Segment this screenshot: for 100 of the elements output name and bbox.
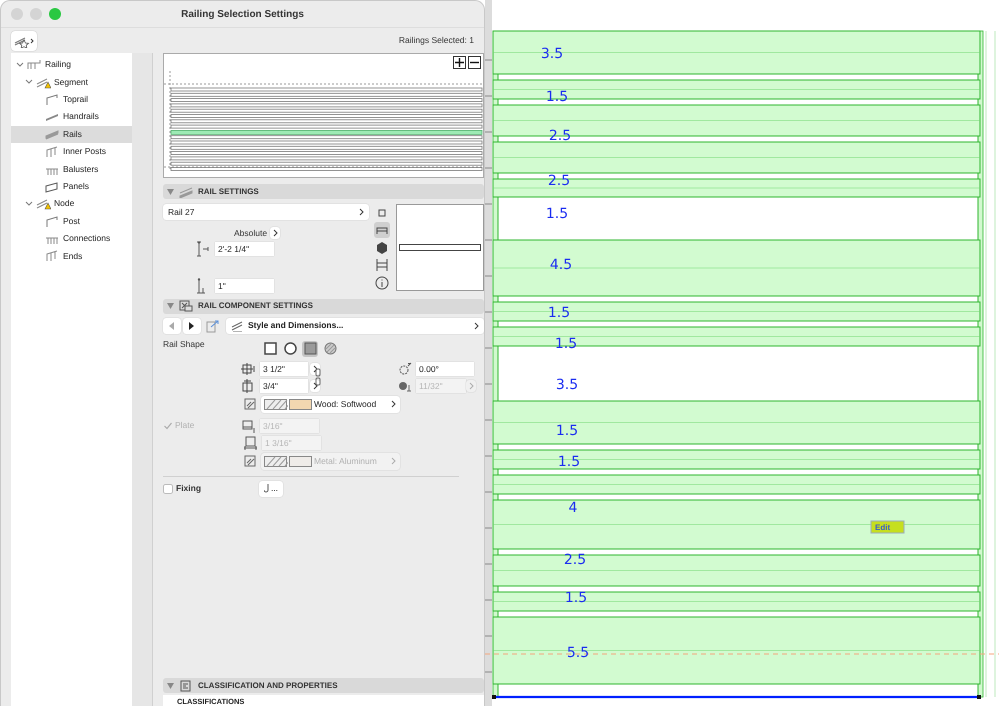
dimension-label[interactable]: 1.5 — [564, 590, 588, 606]
width-icon — [241, 362, 256, 376]
width-stepper-button[interactable] — [310, 362, 320, 375]
dimension-label[interactable]: 1.5 — [556, 423, 578, 439]
hatched-circle-shape-button[interactable] — [322, 340, 338, 357]
section-header[interactable]: RAIL COMPONENT SETTINGS — [163, 298, 484, 314]
rail-band[interactable] — [492, 80, 980, 100]
tree-item[interactable]: Panels — [11, 178, 132, 196]
dimension-label[interactable]: 3.5 — [540, 46, 564, 62]
rail-line[interactable] — [170, 88, 482, 92]
height-field[interactable]: 2'-2 1/4" — [215, 242, 274, 256]
tree-item[interactable]: Connections — [11, 230, 132, 248]
dimension-label[interactable]: 4.5 — [550, 257, 572, 273]
rail-line[interactable] — [170, 114, 482, 118]
rail-selector[interactable]: Rail 27 — [163, 204, 369, 220]
height-icon — [196, 240, 210, 257]
offset-field[interactable]: 1" — [215, 278, 274, 293]
rail-band[interactable] — [492, 450, 980, 470]
baseline-handle[interactable] — [492, 695, 496, 699]
rail-line[interactable] — [170, 108, 482, 113]
square-shape-button[interactable] — [262, 340, 278, 357]
rail-band[interactable] — [492, 326, 980, 346]
rail-band[interactable] — [492, 400, 980, 444]
depth-field[interactable]: 3/4" — [260, 378, 308, 393]
favorites-button[interactable] — [11, 30, 37, 50]
rail-line[interactable] — [170, 135, 482, 140]
section-header[interactable]: CLASSIFICATION AND PROPERTIES — [163, 678, 484, 693]
rail-line[interactable] — [170, 124, 482, 128]
tree-item[interactable]: Rails — [11, 126, 132, 143]
tree-item[interactable]: Segment — [11, 73, 132, 91]
dimension-label[interactable]: 5.5 — [566, 645, 590, 661]
tree-item[interactable]: Inner Posts — [11, 142, 132, 160]
rail-band[interactable] — [492, 302, 980, 322]
profile-icon[interactable] — [374, 222, 390, 238]
section-header[interactable]: RAIL SETTINGS — [163, 184, 484, 199]
rail-line[interactable] — [170, 104, 482, 108]
expand-caret-icon[interactable] — [25, 200, 33, 208]
material-selector[interactable]: Wood: Softwood — [261, 396, 400, 413]
rail-line[interactable] — [170, 119, 482, 124]
rail-line[interactable] — [170, 92, 482, 97]
link-chain-icon — [315, 368, 321, 386]
zoom-out-button[interactable] — [468, 56, 481, 69]
tree-item[interactable]: Ends — [11, 247, 132, 265]
edit-tag[interactable]: Edit — [870, 520, 904, 534]
plus-icon — [455, 58, 464, 67]
expand-caret-icon[interactable] — [16, 60, 24, 69]
depth-stepper-button[interactable] — [310, 380, 320, 392]
rail-line[interactable] — [170, 98, 482, 102]
rail-band[interactable] — [492, 500, 980, 550]
rail-line[interactable] — [170, 151, 482, 155]
rail-band[interactable] — [492, 616, 980, 684]
left-triangle-icon — [169, 322, 175, 330]
info-icon[interactable] — [374, 274, 390, 290]
rail-line[interactable] — [170, 146, 482, 150]
tree-item[interactable]: Handrails — [11, 108, 132, 126]
dimension-label[interactable]: 3.5 — [556, 377, 578, 393]
surface-swatch — [289, 398, 313, 410]
fixing-button[interactable]: ... — [259, 480, 283, 497]
tree-item[interactable]: Railing — [11, 56, 132, 74]
reference-button[interactable] — [270, 227, 280, 240]
expand-caret-icon[interactable] — [25, 78, 33, 86]
fixing-label: Fixing — [176, 482, 202, 496]
forward-button[interactable] — [183, 318, 201, 334]
rail-band[interactable] — [492, 142, 980, 174]
tree-item[interactable]: Post — [11, 212, 132, 230]
page-selector[interactable]: Style and Dimensions... — [226, 318, 484, 334]
dimension-label[interactable]: 2.5 — [564, 552, 586, 568]
cube-icon[interactable] — [374, 240, 390, 256]
chevron-icon — [468, 382, 474, 390]
baseline-handle[interactable] — [977, 695, 981, 699]
rail-band[interactable] — [492, 30, 980, 74]
solid-square-shape-button[interactable] — [302, 340, 318, 357]
rail-line[interactable] — [170, 162, 482, 166]
rail-band[interactable] — [492, 474, 980, 494]
tree-item[interactable]: Toprail — [11, 90, 132, 108]
frame-icon[interactable] — [374, 257, 390, 273]
tree-item-icon — [45, 180, 60, 193]
circle-shape-button[interactable] — [282, 340, 298, 357]
rail-line[interactable] — [170, 140, 482, 144]
hatch-pattern-swatch — [264, 456, 288, 467]
fixing-checkbox[interactable] — [163, 484, 173, 494]
rail-band[interactable] — [492, 554, 980, 586]
dimension-label[interactable]: 1.5 — [558, 454, 580, 470]
hatch-pattern-swatch — [264, 398, 288, 410]
material-icon — [243, 454, 257, 468]
rail-band[interactable] — [492, 592, 980, 612]
plate-label: Plate — [175, 419, 196, 432]
dimension-label[interactable]: 1.5 — [548, 305, 570, 321]
rail-band[interactable] — [492, 240, 980, 296]
zoom-in-button[interactable] — [453, 56, 466, 69]
rail-line[interactable] — [170, 156, 482, 160]
rail-line[interactable] — [170, 167, 482, 171]
dimension-label[interactable]: 1.5 — [546, 206, 568, 222]
width-field[interactable]: 3 1/2" — [260, 362, 308, 376]
chevron-icon — [359, 208, 364, 216]
angle-field[interactable]: 0.00° — [416, 362, 474, 376]
tree-item[interactable]: Node — [11, 195, 132, 213]
tree-item[interactable]: Balusters — [11, 160, 132, 178]
chevron-icon — [391, 400, 396, 408]
dimension-label[interactable]: 4 — [568, 500, 578, 516]
